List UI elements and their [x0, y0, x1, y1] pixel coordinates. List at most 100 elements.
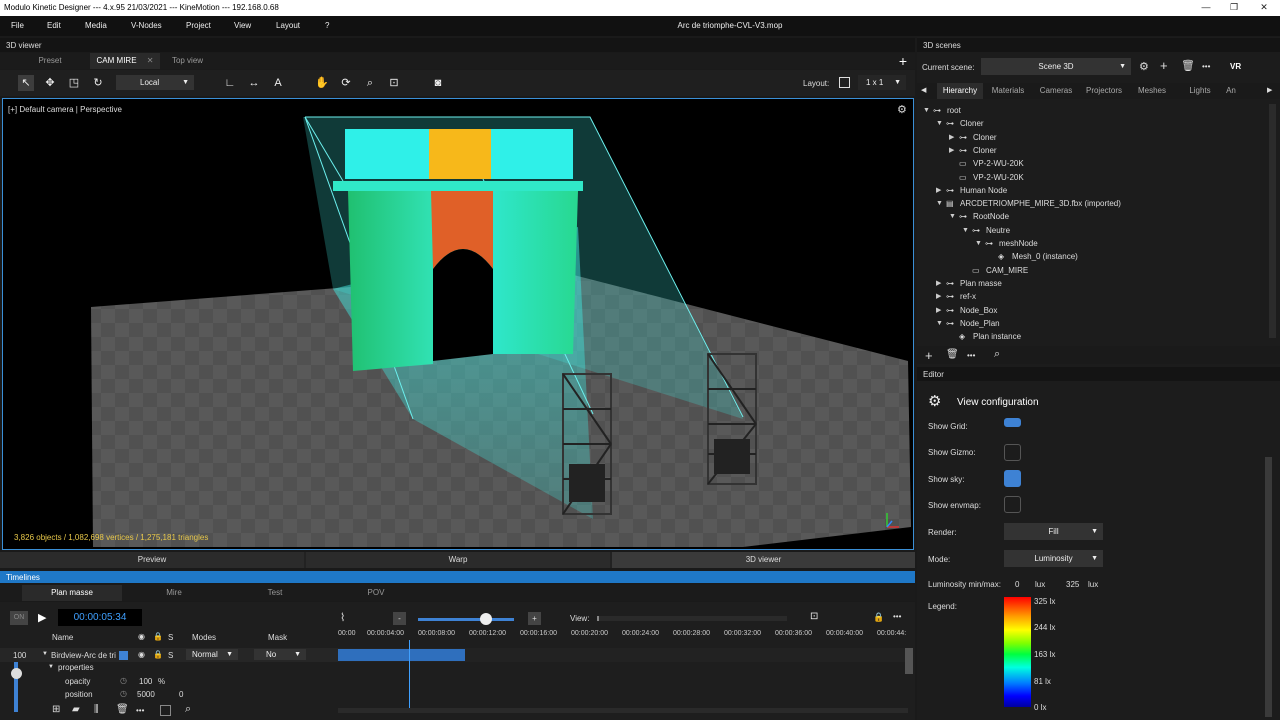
- scrollbar[interactable]: [1265, 457, 1272, 717]
- expand-right-icon[interactable]: ▶: [949, 131, 954, 144]
- tab-materials[interactable]: Materials: [983, 83, 1033, 99]
- tab-meshes[interactable]: Meshes: [1129, 83, 1175, 99]
- add-tab-button[interactable]: +: [893, 53, 913, 69]
- maximize-button[interactable]: ❐: [1220, 0, 1248, 16]
- expand-right-icon[interactable]: ▶: [949, 144, 954, 157]
- tree-node[interactable]: ▼ ⊶ RootNode: [917, 210, 1269, 223]
- tab-preview[interactable]: Preview: [0, 552, 304, 568]
- tab-cameras[interactable]: Cameras: [1033, 83, 1079, 99]
- add-layer-icon[interactable]: ⊞: [52, 704, 60, 715]
- measure-angle-icon[interactable]: ∟: [222, 75, 238, 91]
- vr-button[interactable]: VR: [1230, 62, 1241, 71]
- tree-node[interactable]: ◈ Mesh_0 (instance): [917, 250, 1269, 263]
- add-icon[interactable]: +: [1160, 58, 1168, 73]
- layout-select[interactable]: 1 x 1 ▼: [858, 75, 906, 90]
- add-icon[interactable]: +: [925, 348, 933, 363]
- tab-3d-viewer[interactable]: 3D viewer: [612, 552, 915, 568]
- media-clip[interactable]: [338, 649, 465, 661]
- checkbox[interactable]: [160, 705, 171, 716]
- expand-down-icon[interactable]: ▼: [962, 224, 969, 237]
- tab-projectors[interactable]: Projectors: [1079, 83, 1129, 99]
- fit-view-icon[interactable]: ⊡: [810, 611, 818, 622]
- lock-icon[interactable]: 🔒: [873, 612, 884, 623]
- tree-node[interactable]: ▭ CAM_MIRE: [917, 264, 1269, 277]
- zoom-in-button[interactable]: +: [528, 612, 541, 625]
- search-icon[interactable]: ⌕: [185, 703, 191, 716]
- gear-icon[interactable]: ⚙: [1139, 60, 1149, 73]
- more-options-button[interactable]: •••: [1202, 62, 1210, 71]
- 3d-viewport[interactable]: [+] Default camera | Perspective ⚙ 3,826…: [2, 98, 914, 550]
- menu-project[interactable]: Project: [186, 21, 211, 30]
- trash-icon[interactable]: 🗑: [116, 704, 129, 715]
- lock-icon[interactable]: 🔒: [153, 650, 163, 659]
- tab-cam-mire[interactable]: CAM MIRE ✕: [90, 53, 160, 69]
- tab-hierarchy[interactable]: Hierarchy: [937, 83, 983, 99]
- tab-top-view[interactable]: Top view: [160, 53, 215, 69]
- mode-select[interactable]: Luminosity ▼: [1004, 550, 1103, 567]
- tab-mire[interactable]: Mire: [124, 585, 224, 601]
- frame-all-icon[interactable]: ⊡: [386, 75, 402, 91]
- tree-node[interactable]: ▶ ⊶ ref-x: [917, 290, 1269, 303]
- scrollbar[interactable]: [905, 648, 913, 674]
- playhead[interactable]: [409, 640, 410, 712]
- tab-lights[interactable]: Lights: [1177, 83, 1223, 99]
- level-slider-handle[interactable]: [11, 668, 22, 679]
- tree-node[interactable]: ▭ VP-2-WU-20K: [917, 171, 1269, 184]
- search-icon[interactable]: ⌕: [994, 348, 1000, 361]
- tree-node[interactable]: ▼ ⊶ Node_Plan: [917, 317, 1269, 330]
- zoom-slider[interactable]: [418, 618, 514, 621]
- more-options-button[interactable]: •••: [893, 612, 901, 621]
- luminosity-min-input[interactable]: 0: [1015, 580, 1019, 589]
- layout-grid-icon[interactable]: [839, 77, 850, 88]
- expand-right-icon[interactable]: ▶: [936, 277, 941, 290]
- expand-down-icon[interactable]: ▼: [949, 210, 956, 223]
- tab-warp[interactable]: Warp: [306, 552, 610, 568]
- space-select[interactable]: Local ▼: [116, 75, 194, 90]
- tab-pov[interactable]: POV: [326, 585, 426, 601]
- timeline-hscroll[interactable]: [338, 708, 908, 713]
- tree-node[interactable]: ▼ ⊶ root: [917, 104, 1269, 117]
- tree-node[interactable]: ▶ ⊶ Node_Box: [917, 304, 1269, 317]
- close-button[interactable]: ✕: [1250, 0, 1278, 16]
- menu-vnodes[interactable]: V-Nodes: [131, 21, 162, 30]
- show-gizmo-checkbox[interactable]: [1004, 444, 1021, 461]
- expand-down-icon[interactable]: ▼: [936, 197, 943, 210]
- expand-right-icon[interactable]: ▶: [936, 304, 941, 317]
- mask-select[interactable]: No ▼: [254, 649, 306, 660]
- menu-media[interactable]: Media: [85, 21, 107, 30]
- tree-node[interactable]: ▶ ⊶ Human Node: [917, 184, 1269, 197]
- tree-node[interactable]: ▶ ⊶ Plan masse: [917, 277, 1269, 290]
- pan-hand-icon[interactable]: ✋: [314, 75, 330, 91]
- on-toggle[interactable]: ON: [10, 611, 28, 625]
- orbit-icon[interactable]: ⟳: [338, 75, 354, 91]
- layer-level[interactable]: 100: [13, 651, 26, 660]
- measure-distance-icon[interactable]: ↔: [246, 75, 262, 91]
- visibility-eye-icon[interactable]: ◉: [138, 650, 145, 659]
- trash-icon[interactable]: 🗑: [1181, 59, 1195, 72]
- move-icon[interactable]: ✥: [42, 75, 58, 91]
- curve-graph-icon[interactable]: ⌇: [340, 611, 345, 624]
- screenshot-camera-icon[interactable]: ◙: [430, 75, 446, 91]
- show-sky-checkbox[interactable]: [1004, 470, 1021, 487]
- tree-node[interactable]: ▶ ⊶ Cloner: [917, 131, 1269, 144]
- tree-node[interactable]: ▶ ⊶ Cloner: [917, 144, 1269, 157]
- layer-name[interactable]: Birdview-Arc de tri: [51, 651, 116, 660]
- current-scene-select[interactable]: Scene 3D ▼: [981, 58, 1131, 75]
- chevron-right-icon[interactable]: ▶: [1267, 86, 1272, 94]
- menu-edit[interactable]: Edit: [47, 21, 61, 30]
- expand-down-icon[interactable]: ▼: [923, 104, 930, 117]
- tab-test[interactable]: Test: [225, 585, 325, 601]
- expand-right-icon[interactable]: ▶: [936, 184, 941, 197]
- expand-down-icon[interactable]: ▼: [936, 117, 943, 130]
- scrollbar[interactable]: [1269, 104, 1276, 338]
- show-envmap-checkbox[interactable]: [1004, 496, 1021, 513]
- zoom-out-button[interactable]: -: [393, 612, 406, 625]
- tree-node[interactable]: ▼ ▤ ARCDETRIOMPHE_MIRE_3D.fbx (imported): [917, 197, 1269, 210]
- position-y-value[interactable]: 0: [179, 690, 183, 699]
- select-cursor-icon[interactable]: ↖: [18, 75, 34, 91]
- collapse-icon[interactable]: ▼: [48, 664, 54, 670]
- trash-icon[interactable]: 🗑: [946, 349, 959, 360]
- render-select[interactable]: Fill ▼: [1004, 523, 1103, 540]
- layer-track[interactable]: [338, 648, 908, 662]
- luminosity-max-input[interactable]: 325: [1066, 580, 1079, 589]
